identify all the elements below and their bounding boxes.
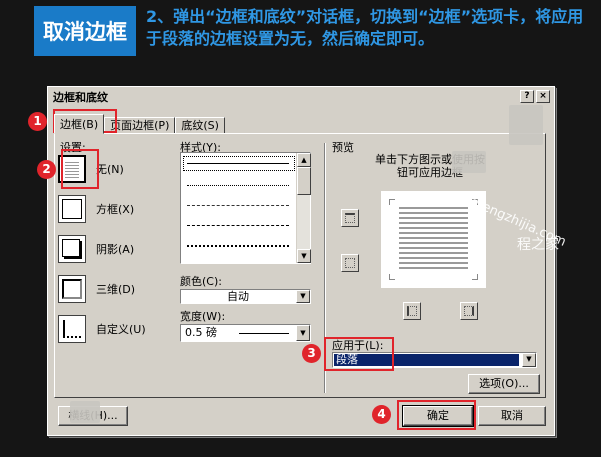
setting-custom-label: 自定义(U): [96, 323, 146, 336]
style-dotted-line: [187, 185, 289, 186]
setting-shadow-label: 阴影(A): [96, 243, 135, 256]
options-button[interactable]: 选项(O)...: [468, 374, 540, 394]
style-list[interactable]: ▲ ▼: [180, 152, 311, 264]
width-label: 宽度(W):: [180, 310, 226, 323]
color-value: 自动: [227, 290, 249, 303]
tab-strip: 边框(B) 页面边框(P) 底纹(S): [54, 114, 225, 134]
width-value: 0.5 磅: [185, 326, 217, 339]
banner-instruction: 2、弹出“边框和底纹”对话框，切换到“边框”选项卡，将应用于段落的边框设置为无，…: [146, 7, 584, 48]
setting-custom[interactable]: 自定义(U): [58, 313, 168, 345]
dialog-titlebar: 边框和底纹 ? ×: [50, 89, 552, 105]
style-dash-dot-line: [187, 245, 289, 247]
callout-3: 3: [302, 344, 321, 363]
setting-3d-label: 三维(D): [96, 283, 136, 296]
setting-shadow-icon: [58, 235, 86, 263]
style-scrollbar[interactable]: ▲ ▼: [296, 153, 311, 263]
preview-text-lines: [399, 207, 468, 209]
inside-horizontal-border-button[interactable]: [341, 254, 359, 272]
tab-borders[interactable]: 边框(B): [54, 114, 105, 134]
tab-shading[interactable]: 底纹(S): [175, 117, 225, 134]
setting-3d[interactable]: 三维(D): [58, 273, 168, 305]
chevron-down-icon[interactable]: ▼: [296, 290, 310, 303]
watermark-brand: 程之家: [517, 237, 559, 253]
scroll-thumb[interactable]: [297, 167, 311, 195]
right-border-button[interactable]: [460, 302, 478, 320]
callout-4: 4: [372, 405, 391, 424]
blur-patch: [452, 151, 486, 173]
blur-patch: [509, 105, 543, 145]
left-border-button[interactable]: [403, 302, 421, 320]
highlight-ok-button: [397, 400, 476, 430]
blur-patch: [70, 401, 100, 423]
borders-and-shading-dialog: 边框和底纹 ? × 边框(B) 页面边框(P) 底纹(S) 设置: 无(N) 方…: [47, 86, 555, 436]
help-button[interactable]: ?: [520, 90, 534, 103]
style-dashed-fine-line: [187, 205, 289, 206]
color-label: 颜色(C):: [180, 275, 222, 288]
banner-title: 取消边框: [34, 6, 136, 56]
callout-1: 1: [28, 112, 47, 131]
scroll-up-icon[interactable]: ▲: [297, 153, 311, 167]
scroll-down-icon[interactable]: ▼: [297, 249, 311, 263]
style-dashed-line: [187, 225, 289, 226]
titlebar-buttons: ? ×: [520, 90, 550, 103]
dialog-title: 边框和底纹: [53, 91, 108, 104]
width-sample-line: [239, 333, 289, 334]
color-combo[interactable]: 自动 ▼: [180, 289, 311, 304]
close-button[interactable]: ×: [536, 90, 550, 103]
style-solid-line: [187, 163, 289, 164]
preview-corner-bl: [389, 274, 395, 280]
highlight-apply-to: [324, 337, 394, 371]
top-border-button[interactable]: [341, 209, 359, 227]
setting-custom-icon: [58, 315, 86, 343]
preview-label: 预览: [332, 141, 354, 154]
preview-corner-br: [472, 274, 478, 280]
setting-box-icon: [58, 195, 86, 223]
chevron-down-icon[interactable]: ▼: [522, 353, 536, 367]
chevron-down-icon[interactable]: ▼: [296, 325, 310, 341]
setting-box[interactable]: 方框(X): [58, 193, 168, 225]
width-combo[interactable]: 0.5 磅 ▼: [180, 324, 311, 342]
setting-box-label: 方框(X): [96, 203, 135, 216]
setting-shadow[interactable]: 阴影(A): [58, 233, 168, 265]
callout-2: 2: [37, 160, 56, 179]
setting-3d-icon: [58, 275, 86, 303]
preview-corner-tl: [389, 199, 395, 205]
highlight-setting-none: [61, 149, 99, 189]
cancel-button[interactable]: 取消: [478, 406, 546, 426]
setting-none-label: 无(N): [96, 163, 124, 176]
